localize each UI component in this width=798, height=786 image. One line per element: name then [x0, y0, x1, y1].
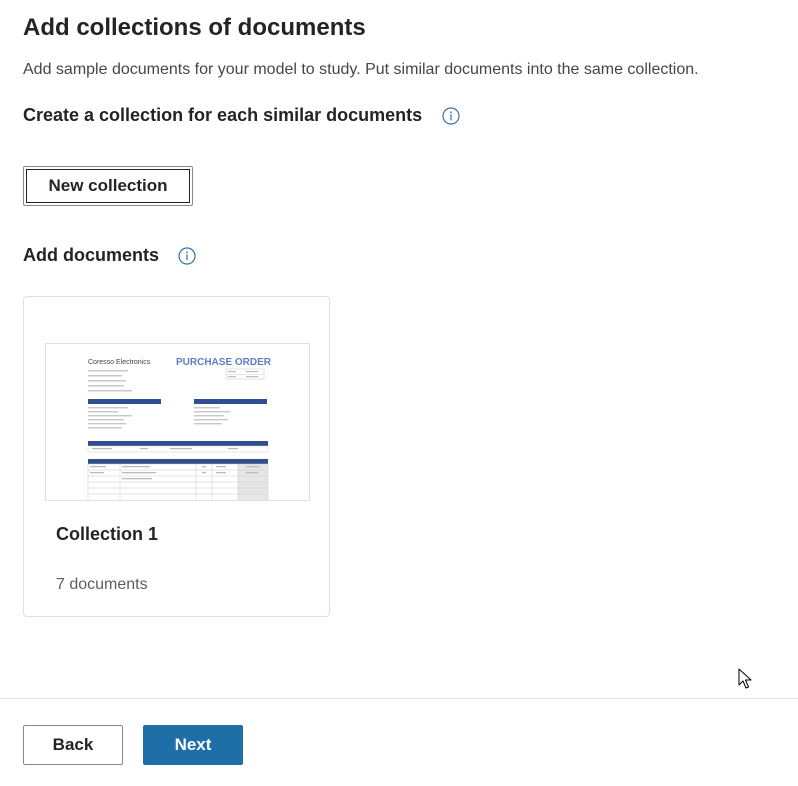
page-subtitle: Add sample documents for your model to s…	[23, 61, 699, 78]
collection-card[interactable]: Coresso Electronics PURCHASE ORDER Colle…	[23, 296, 330, 617]
mouse-pointer-icon	[738, 668, 752, 689]
new-collection-label: New collection	[26, 169, 190, 203]
page-title: Add collections of documents	[23, 14, 366, 41]
documents-section-heading: Add documents	[23, 245, 196, 266]
document-thumbnail: Coresso Electronics PURCHASE ORDER	[45, 343, 310, 501]
documents-heading-text: Add documents	[23, 245, 160, 265]
info-icon[interactable]	[178, 246, 196, 265]
thumbnail-company: Coresso Electronics	[88, 359, 151, 366]
back-button[interactable]: Back	[23, 725, 123, 765]
info-icon[interactable]	[442, 106, 460, 125]
collections-section-heading: Create a collection for each similar doc…	[23, 105, 460, 126]
new-collection-button[interactable]: New collection	[23, 166, 193, 206]
footer-divider	[0, 698, 798, 699]
collection-title: Collection 1	[56, 524, 159, 544]
collections-heading-text: Create a collection for each similar doc…	[23, 105, 423, 125]
next-button[interactable]: Next	[143, 725, 243, 765]
add-collections-page: Add collections of documents Add sample …	[0, 0, 798, 786]
collection-document-count: 7 documents	[56, 576, 148, 593]
thumbnail-doc-title: PURCHASE ORDER	[176, 357, 272, 368]
